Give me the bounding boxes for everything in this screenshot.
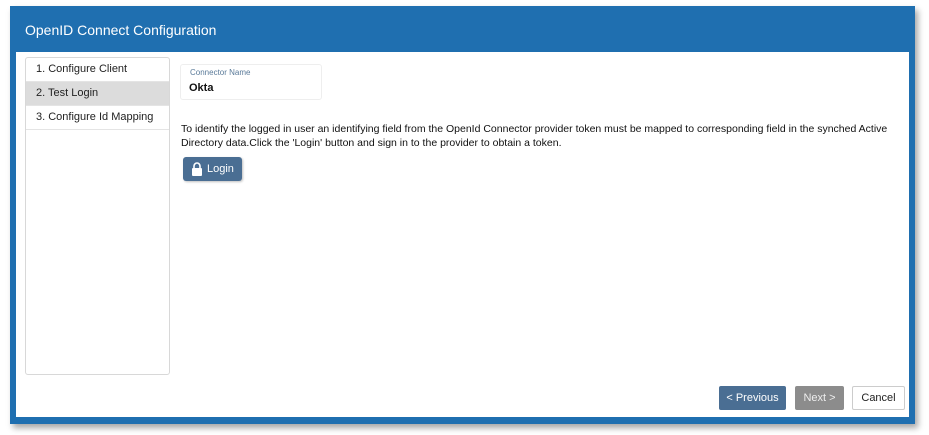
dialog-body: 1. Configure Client 2. Test Login 3. Con… — [16, 52, 909, 417]
next-button[interactable]: Next > — [795, 386, 844, 410]
dialog-header: OpenID Connect Configuration — [10, 6, 915, 52]
connector-name-label: Connector Name — [190, 68, 251, 77]
dialog-title: OpenID Connect Configuration — [25, 22, 217, 38]
cancel-button[interactable]: Cancel — [852, 386, 905, 410]
instruction-text: To identify the logged in user an identi… — [181, 123, 888, 149]
wizard-steps: 1. Configure Client 2. Test Login 3. Con… — [25, 57, 170, 375]
step-test-login[interactable]: 2. Test Login — [26, 82, 169, 106]
connector-name-field: Connector Name Okta — [180, 64, 322, 100]
lock-icon — [192, 162, 202, 176]
openid-config-dialog: OpenID Connect Configuration 1. Configur… — [10, 6, 915, 424]
login-button[interactable]: Login — [183, 157, 242, 181]
step-configure-client[interactable]: 1. Configure Client — [26, 58, 169, 82]
step-configure-id-mapping[interactable]: 3. Configure Id Mapping — [26, 106, 169, 130]
connector-name-value: Okta — [189, 82, 214, 94]
login-button-label: Login — [207, 163, 234, 175]
previous-button[interactable]: < Previous — [719, 386, 786, 410]
